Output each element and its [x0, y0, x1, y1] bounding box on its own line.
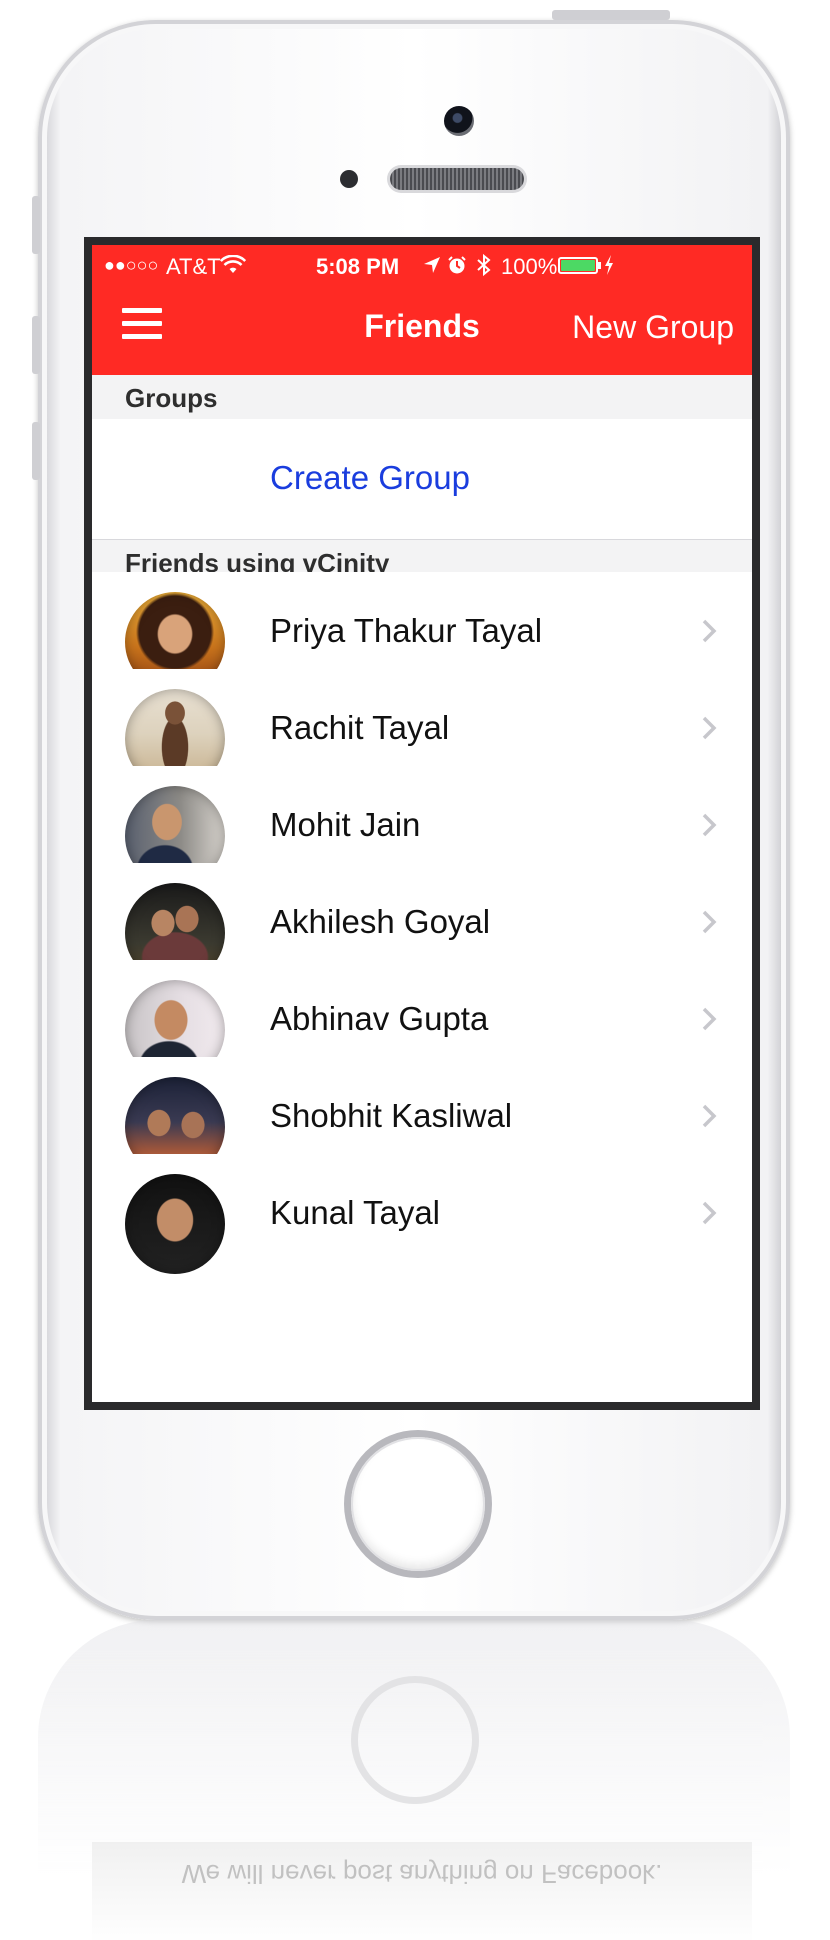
- create-group-row[interactable]: Create Group: [92, 419, 752, 540]
- friend-name: Mohit Jain: [270, 806, 421, 843]
- mute-switch: [32, 196, 40, 254]
- friend-name: Kunal Tayal: [270, 1194, 441, 1231]
- status-bar: ●●○○○ AT&T 5:08 PM 100%: [92, 245, 752, 285]
- friend-row-kunal[interactable]: Kunal Tayal: [92, 1154, 752, 1275]
- earpiece-speaker: [390, 168, 524, 190]
- volume-up-button: [32, 316, 40, 374]
- chevron-right-icon: [702, 910, 717, 934]
- groups-header-label: Groups: [125, 383, 218, 413]
- battery-cap: [598, 262, 601, 269]
- avatar: [125, 1174, 225, 1274]
- friend-name: Shobhit Kasliwal: [270, 1097, 513, 1134]
- front-camera: [444, 106, 474, 136]
- carrier-label: AT&T: [166, 254, 221, 279]
- navigation-bar: Friends New Group: [92, 285, 752, 375]
- bluetooth-icon: [477, 253, 491, 277]
- battery-percentage: 100%: [501, 254, 558, 279]
- chevron-right-icon: [702, 619, 717, 643]
- page-title: Friends: [364, 308, 480, 344]
- chevron-right-icon: [702, 716, 717, 740]
- chevron-right-icon: [702, 1007, 717, 1031]
- alarm-icon: [448, 256, 466, 274]
- signal-strength: ●●○○○: [104, 255, 159, 275]
- phone-reflection: We will never post anything on Facebook.: [38, 1620, 790, 1940]
- wifi-icon: [220, 255, 246, 273]
- power-button: [552, 10, 670, 20]
- location-arrow-icon: [424, 257, 440, 273]
- create-group-link[interactable]: Create Group: [270, 459, 470, 497]
- chevron-right-icon: [702, 813, 717, 837]
- reflection-text: We will never post anything on Facebook.: [181, 1859, 663, 1889]
- chevron-right-icon: [702, 1201, 717, 1225]
- friend-name: Priya Thakur Tayal: [270, 612, 543, 649]
- home-button[interactable]: [351, 1437, 485, 1571]
- friend-name: Rachit Tayal: [270, 709, 450, 746]
- battery-icon: [558, 257, 598, 274]
- proximity-sensor: [340, 170, 358, 188]
- friend-name: Akhilesh Goyal: [270, 903, 491, 940]
- chevron-right-icon: [702, 1104, 717, 1128]
- charging-bolt-icon: [605, 255, 613, 275]
- hamburger-menu-icon[interactable]: [122, 308, 162, 340]
- clock: 5:08 PM: [316, 254, 400, 279]
- app-screen: ●●○○○ AT&T 5:08 PM 100% Friends New Grou…: [92, 245, 752, 1402]
- reflection-screen: We will never post anything on Facebook.: [92, 1842, 752, 1940]
- reflection-home-button: [351, 1676, 479, 1804]
- groups-section-header: Groups: [92, 375, 752, 419]
- friend-name: Abhinav Gupta: [270, 1000, 489, 1037]
- volume-down-button: [32, 422, 40, 480]
- new-group-button[interactable]: New Group: [572, 309, 734, 346]
